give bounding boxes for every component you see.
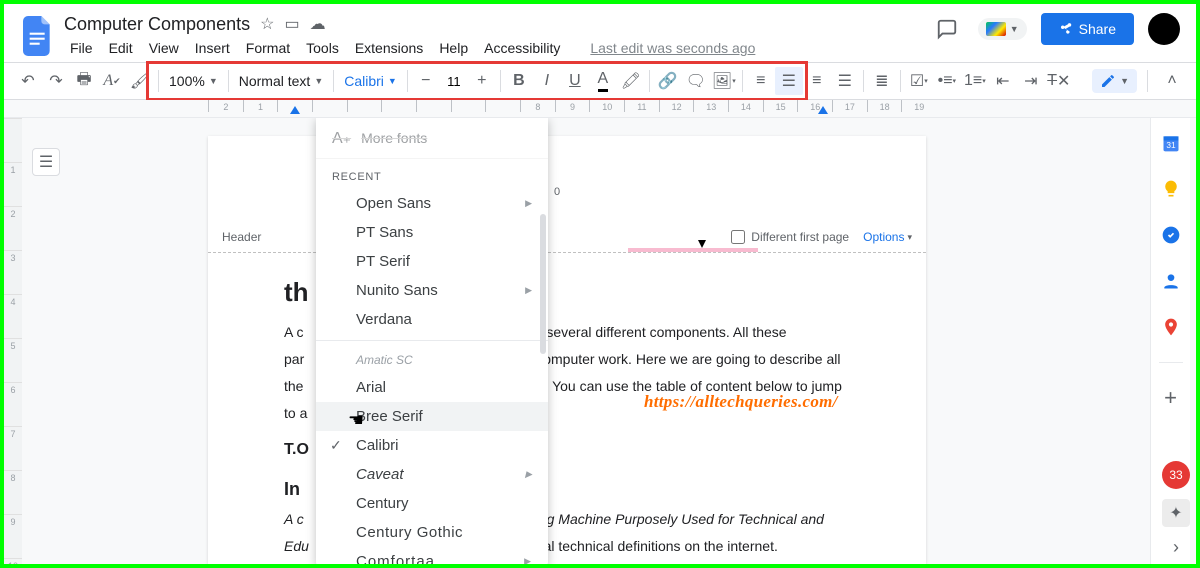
maps-icon[interactable] [1160,316,1182,338]
vertical-ruler[interactable]: 1 2 3 4 5 6 7 8 9 10 [4,118,22,564]
different-first-page-checkbox[interactable]: Different first page [731,230,849,244]
calendar-icon[interactable]: 31 [1160,132,1182,154]
font-item-calibri[interactable]: ✓Calibri [316,431,548,460]
meet-icon [986,22,1006,36]
font-item-caveat[interactable]: Caveat▶ [316,460,548,489]
cloud-status-icon[interactable]: ☁ [310,14,326,34]
decrease-font-button[interactable]: − [412,67,440,95]
titlebar: Computer Components ☆ ▭ ☁ File Edit View… [4,4,1196,62]
clear-formatting-button[interactable]: T✕ [1045,67,1073,95]
tasks-icon[interactable] [1160,224,1182,246]
insert-link-button[interactable]: 🔗 [654,67,682,95]
insert-image-button[interactable]: 🖼▾ [710,67,738,95]
align-right-button[interactable]: ≡ [803,67,831,95]
horizontal-ruler[interactable]: 2 1 8 9 10 11 12 13 14 15 16 17 18 19 [4,100,1196,118]
underline-button[interactable]: U [561,67,589,95]
header-underline-marker [628,248,758,252]
watermark-text: https://alltechqueries.com/ [644,392,838,412]
font-item-nunito-sans[interactable]: Nunito Sans▶ [316,276,548,305]
zoom-select[interactable]: 100%▼ [163,69,224,93]
font-item-century-gothic[interactable]: Century Gothic [316,518,548,547]
ruler-first-line-indent[interactable] [290,106,300,114]
header-tab-marker [698,240,706,248]
menu-insert[interactable]: Insert [189,38,236,58]
meet-button[interactable]: ▼ [978,18,1027,40]
font-item-open-sans[interactable]: Open Sans▶ [316,189,548,218]
header-options-button[interactable]: Options ▾ [863,230,912,244]
comment-history-icon[interactable] [930,12,964,46]
spellcheck-button[interactable]: A✔ [98,67,126,95]
paragraph-style-select[interactable]: Normal text▼ [233,69,330,93]
share-label: Share [1079,21,1116,37]
menu-help[interactable]: Help [433,38,474,58]
decrease-indent-button[interactable]: ⇤ [989,67,1017,95]
bulleted-list-button[interactable]: •≡▾ [933,67,961,95]
docs-icon[interactable] [20,12,56,60]
align-center-button[interactable]: ☰ [775,67,803,95]
account-avatar[interactable] [1148,13,1180,45]
increase-indent-button[interactable]: ⇥ [1017,67,1045,95]
last-edit-status[interactable]: Last edit was seconds ago [584,38,761,58]
align-justify-button[interactable]: ☰ [831,67,859,95]
paint-format-button[interactable]: 🖌 [126,67,154,95]
move-icon[interactable]: ▭ [284,14,299,34]
get-addons-button[interactable]: + [1160,387,1182,409]
numbered-list-button[interactable]: 1≡▾ [961,67,989,95]
bold-button[interactable]: B [505,67,533,95]
add-font-icon: A₊ [332,128,351,148]
recent-fonts-label: RECENT [316,159,548,189]
menu-accessibility[interactable]: Accessibility [478,38,566,58]
margin-indicator: 0 [554,186,560,198]
font-family-dropdown[interactable]: A₊ More fonts RECENT Open Sans▶ PT Sans … [316,118,548,564]
menu-edit[interactable]: Edit [103,38,139,58]
print-button[interactable]: 🖶 [70,67,98,95]
menu-extensions[interactable]: Extensions [349,38,429,58]
document-canvas: 1 2 3 4 5 6 7 8 9 10 ☰ 0 Header Differen… [4,118,1196,564]
svg-text:31: 31 [1166,140,1176,150]
contacts-icon[interactable] [1160,270,1182,292]
menu-view[interactable]: View [143,38,185,58]
explore-button[interactable]: ✦ [1162,499,1190,527]
font-family-select[interactable]: Calibri▼ [338,69,403,93]
font-item-pt-serif[interactable]: PT Serif [316,247,548,276]
font-item-arial[interactable]: Arial [316,373,548,402]
toolbar: ↶ ↷ 🖶 A✔ 🖌 100%▼ Normal text▼ Calibri▼ −… [4,62,1196,100]
share-button[interactable]: Share [1041,13,1134,45]
text-color-button[interactable]: A [589,67,617,95]
ruler-right-indent[interactable] [818,106,828,114]
checkmark-icon: ✓ [330,437,342,454]
add-comment-button[interactable]: 🗨 [682,67,710,95]
menubar: File Edit View Insert Format Tools Exten… [64,38,930,58]
italic-button[interactable]: I [533,67,561,95]
align-left-button[interactable]: ≡ [747,67,775,95]
font-item-amatic-sc[interactable]: Amatic SC [316,347,548,373]
hide-sidepanel-button[interactable]: › [1173,537,1179,558]
chevron-down-icon: ▼ [1010,24,1019,34]
menu-tools[interactable]: Tools [300,38,345,58]
font-item-pt-sans[interactable]: PT Sans [316,218,548,247]
dropdown-scrollbar[interactable] [540,214,546,354]
line-spacing-button[interactable]: ≣ [868,67,896,95]
show-outline-button[interactable]: ☰ [32,148,60,176]
font-item-century[interactable]: Century [316,489,548,518]
more-fonts-item[interactable]: A₊ More fonts [316,118,548,159]
undo-button[interactable]: ↶ [14,67,42,95]
redo-button[interactable]: ↷ [42,67,70,95]
notification-badge[interactable]: 33 [1162,461,1190,489]
menu-format[interactable]: Format [240,38,296,58]
collapse-toolbar-button[interactable]: ˄ [1158,67,1186,95]
font-size-value[interactable]: 11 [440,74,468,89]
keep-icon[interactable] [1160,178,1182,200]
highlight-color-button[interactable]: 🖍 [617,67,645,95]
font-item-comfortaa[interactable]: Comfortaa▶ [316,547,548,564]
increase-font-button[interactable]: + [468,67,496,95]
star-icon[interactable]: ☆ [260,14,274,34]
menu-file[interactable]: File [64,38,99,58]
font-item-verdana[interactable]: Verdana [316,305,548,334]
font-size-control: − 11 + [412,67,496,95]
checklist-button[interactable]: ☑▾ [905,67,933,95]
document-title[interactable]: Computer Components [64,14,250,35]
mouse-cursor-icon: ☚ [348,410,364,431]
editing-mode-button[interactable]: ▼ [1092,69,1137,93]
